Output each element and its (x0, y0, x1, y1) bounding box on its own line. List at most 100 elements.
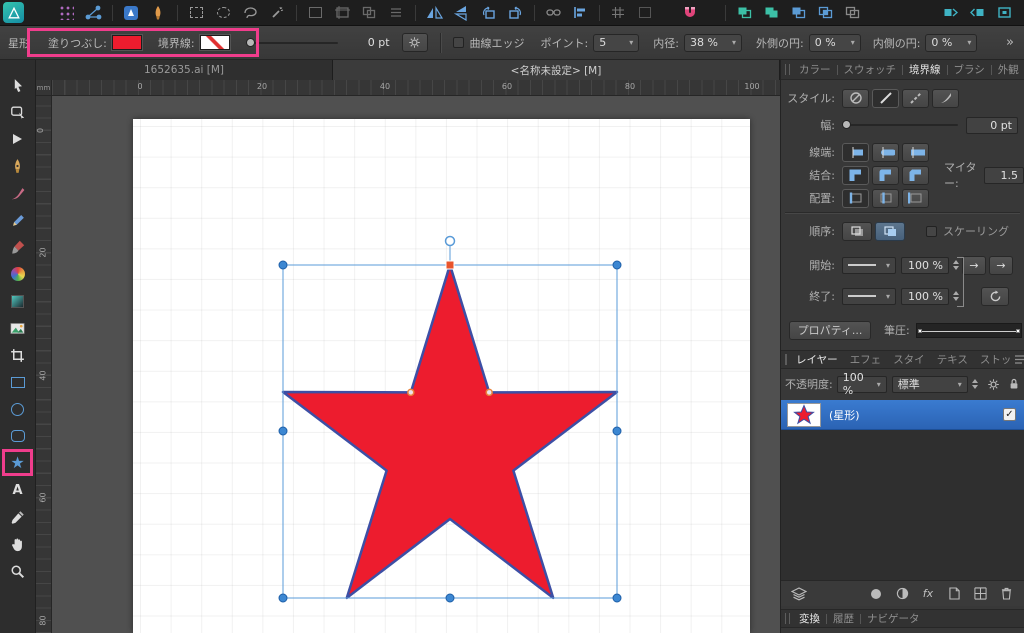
stroke-settings-button[interactable] (402, 33, 428, 52)
document-tab-inactive[interactable]: 1652635.ai [M] (36, 60, 333, 80)
align-left-icon[interactable] (570, 4, 590, 22)
trash-icon[interactable] (996, 585, 1016, 603)
cap-butt-button[interactable] (842, 143, 869, 162)
panel-width-slider[interactable] (842, 118, 958, 132)
stroke-style-brush-button[interactable] (932, 89, 959, 108)
blend-stepper[interactable] (972, 379, 978, 389)
flip-vertical-icon[interactable] (451, 4, 471, 22)
blend-mode-dropdown[interactable]: 標準 ▾ (892, 376, 968, 393)
tab-brushes[interactable]: ブラシ (950, 62, 989, 77)
pen-persona-icon[interactable] (148, 4, 168, 22)
align-inside-button[interactable] (872, 189, 899, 208)
place-image-tool[interactable] (5, 317, 31, 339)
marquee-ellipse-icon[interactable] (213, 4, 233, 22)
rotate-ccw-icon[interactable] (478, 4, 498, 22)
ellipse-tool[interactable] (5, 398, 31, 420)
flip-horizontal-icon[interactable] (424, 4, 444, 22)
magnet-snapping-icon[interactable] (680, 4, 700, 22)
stroke-style-solid-button[interactable] (872, 89, 899, 108)
layer-visibility-checkbox[interactable]: ✓ (1003, 408, 1016, 421)
paint-brush-tool[interactable] (5, 236, 31, 258)
end-arrow-button[interactable]: → (989, 256, 1013, 275)
end-scale-stepper[interactable] (953, 291, 959, 301)
layer-thumbnail[interactable] (787, 403, 821, 427)
lasso-icon[interactable] (240, 4, 260, 22)
pencil-tool[interactable] (5, 209, 31, 231)
selection-handle-top-right[interactable] (613, 261, 621, 269)
frame-tool-icon[interactable] (305, 4, 325, 22)
align-center-button[interactable] (842, 189, 869, 208)
start-arrowhead-dropdown[interactable]: ▾ (842, 257, 896, 274)
star-tool[interactable]: ★ (5, 452, 31, 474)
align-outside-button[interactable] (902, 189, 929, 208)
scale-with-object-checkbox[interactable] (926, 226, 937, 237)
selection-handle-mid-left[interactable] (279, 427, 287, 435)
tab-navigator[interactable]: ナビゲータ (863, 611, 924, 626)
tab-history[interactable]: 履歴 (829, 611, 858, 626)
end-arrowhead-dropdown[interactable]: ▾ (842, 288, 896, 305)
ruler-unit-corner[interactable]: mm (36, 80, 52, 96)
pressure-handle[interactable] (1016, 329, 1020, 333)
color-picker-tool[interactable] (5, 506, 31, 528)
swap-arrowheads-button[interactable] (981, 287, 1009, 306)
boolean-intersect-icon[interactable] (815, 4, 835, 22)
width-value-input[interactable]: 0 pt (966, 117, 1018, 134)
slice-icon[interactable] (359, 4, 379, 22)
end-scale-input[interactable]: 100 % (901, 288, 949, 305)
pressure-handle[interactable] (918, 329, 922, 333)
rotation-handle[interactable] (446, 237, 455, 246)
panel-menu-icon[interactable] (1015, 351, 1024, 369)
tab-styles[interactable]: スタイ (889, 352, 929, 367)
text-tool[interactable]: A (5, 479, 31, 501)
crop-tool[interactable] (5, 344, 31, 366)
join-bevel-button[interactable] (902, 166, 929, 185)
properties-button[interactable]: プロパティ... (789, 321, 871, 340)
fx-effects-icon[interactable]: fx (918, 585, 938, 603)
adjustment-icon[interactable] (866, 585, 886, 603)
tab-appearance[interactable]: 外観 (994, 62, 1023, 77)
inner-radius-dropdown[interactable]: 38 % ▾ (684, 34, 742, 52)
tab-stock[interactable]: ストッ (976, 352, 1016, 367)
selection-handle-top-left[interactable] (279, 261, 287, 269)
insert-above-icon[interactable] (967, 4, 987, 22)
panel-grip[interactable] (785, 613, 790, 624)
pen-tool[interactable] (5, 155, 31, 177)
rounded-rectangle-tool[interactable] (5, 425, 31, 447)
zoom-tool[interactable] (5, 560, 31, 582)
color-dots-icon[interactable] (56, 4, 76, 22)
magic-wand-icon[interactable] (267, 4, 287, 22)
tab-swatches[interactable]: スウォッチ (840, 62, 901, 77)
slider-thumb[interactable] (842, 120, 851, 129)
cap-round-button[interactable] (872, 143, 899, 162)
tab-text-styles[interactable]: テキス (933, 352, 972, 367)
outer-circle-dropdown[interactable]: 0 % ▾ (809, 34, 861, 52)
guides-icon[interactable] (386, 4, 406, 22)
lock-icon[interactable] (1004, 375, 1024, 393)
opacity-dropdown[interactable]: 100 % ▾ (837, 376, 887, 393)
layer-row-star[interactable]: (星形) ✓ (781, 400, 1024, 430)
layers-stack-icon[interactable] (789, 585, 809, 603)
pressure-profile-editor[interactable] (916, 323, 1022, 338)
star-apex-node[interactable] (446, 261, 454, 269)
curve-edge-checkbox[interactable] (453, 37, 464, 48)
boolean-divide-icon[interactable] (842, 4, 862, 22)
designer-persona-icon[interactable] (121, 4, 141, 22)
node-tool[interactable] (5, 101, 31, 123)
start-arrow-button[interactable]: → (962, 256, 986, 275)
slider-thumb[interactable] (246, 38, 255, 47)
view-tool[interactable] (5, 533, 31, 555)
selection-handle-mid-right[interactable] (613, 427, 621, 435)
insert-behind-icon[interactable] (940, 4, 960, 22)
inner-circle-dropdown[interactable]: 0 % ▾ (925, 34, 977, 52)
viewport[interactable] (52, 96, 780, 633)
star-inner-radius-node[interactable] (408, 389, 414, 395)
join-round-button[interactable] (872, 166, 899, 185)
link-icon[interactable] (543, 4, 563, 22)
selection-handle-bottom-right[interactable] (613, 594, 621, 602)
selection-handle-bottom-center[interactable] (446, 594, 454, 602)
points-dropdown[interactable]: 5 ▾ (593, 34, 639, 52)
new-layer-icon[interactable] (944, 585, 964, 603)
miter-value-input[interactable]: 1.5 (984, 167, 1024, 184)
duplicate-icon[interactable] (734, 4, 754, 22)
affinity-designer-app-icon[interactable] (3, 2, 24, 23)
